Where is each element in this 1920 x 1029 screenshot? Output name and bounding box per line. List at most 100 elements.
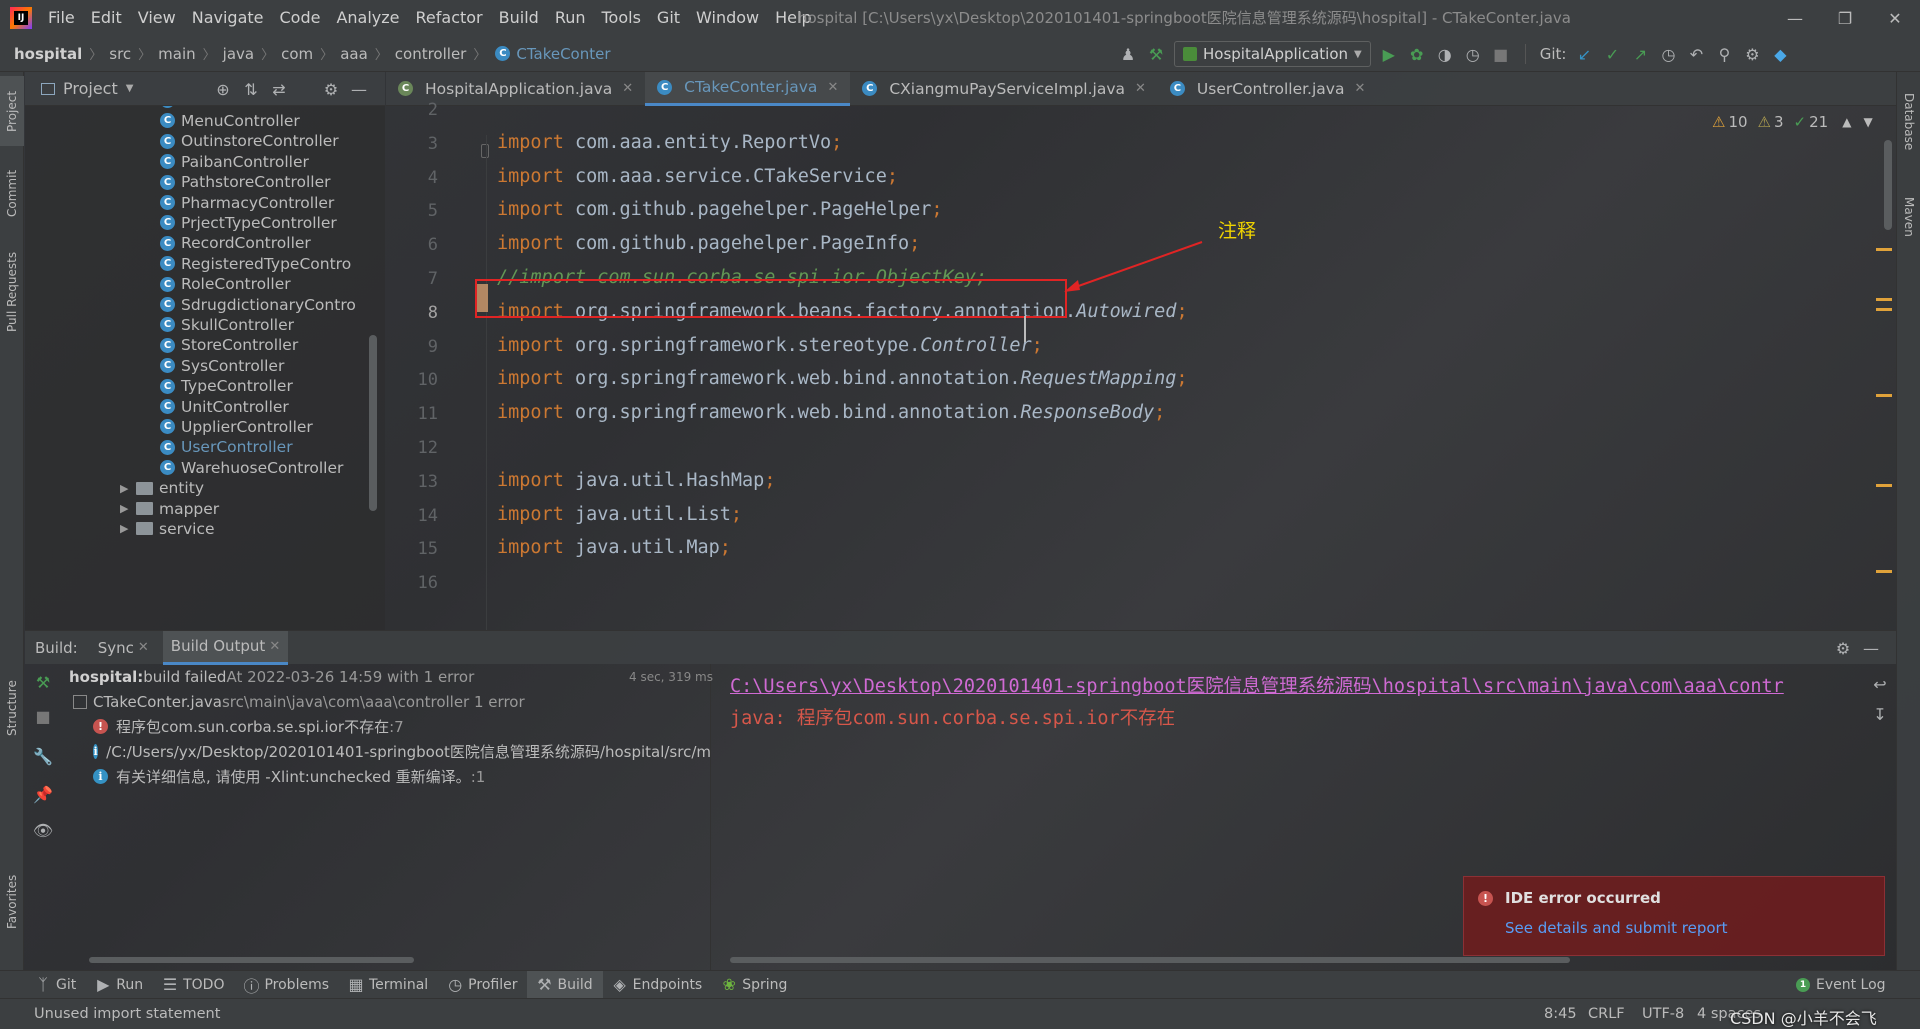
tab-maven-stripe[interactable]: Maven bbox=[1897, 182, 1920, 252]
expand-all-icon[interactable]: ⇅ bbox=[241, 79, 261, 99]
breadcrumb-item[interactable]: controller bbox=[395, 45, 467, 63]
error-stripe-mark[interactable] bbox=[1876, 570, 1892, 573]
project-panel-title[interactable]: Project bbox=[63, 79, 118, 98]
build-tree-scrollbar[interactable] bbox=[89, 957, 414, 963]
line-separator[interactable]: CRLF bbox=[1588, 1006, 1625, 1022]
run-icon[interactable]: ▶ bbox=[1379, 44, 1399, 64]
build-file-row[interactable]: CTakeConter.java src\main\java\com\aaa\c… bbox=[73, 689, 525, 714]
tab-pull-requests-stripe[interactable]: Pull Requests bbox=[0, 232, 24, 352]
soft-wrap-icon[interactable]: ↩ bbox=[1870, 674, 1890, 694]
eye-icon[interactable]: 👁 bbox=[33, 820, 53, 840]
close-icon[interactable]: ✕ bbox=[269, 639, 280, 654]
build-info-row[interactable]: i 有关详细信息, 请使用 -Xlint:unchecked 重新编译。 :1 bbox=[93, 764, 485, 789]
error-stripe-mark[interactable] bbox=[1876, 308, 1892, 311]
close-icon[interactable]: ✕ bbox=[622, 81, 633, 96]
project-tree-scrollbar[interactable] bbox=[369, 335, 377, 511]
close-window-button[interactable]: ✕ bbox=[1870, 0, 1920, 36]
git-push-icon[interactable]: ↗ bbox=[1630, 44, 1650, 64]
menu-item-window[interactable]: Window bbox=[688, 0, 767, 36]
breadcrumb-item[interactable]: com bbox=[281, 45, 313, 63]
breadcrumb-item[interactable]: main bbox=[158, 45, 195, 63]
gear-icon[interactable]: ⚙ bbox=[1833, 638, 1853, 658]
breadcrumb-item[interactable]: java bbox=[223, 45, 254, 63]
error-stripe-mark[interactable] bbox=[1876, 484, 1892, 487]
chevron-right-icon[interactable]: ▶ bbox=[120, 522, 136, 535]
submit-report-link[interactable]: See details and submit report bbox=[1505, 919, 1728, 937]
intellij-logo-icon[interactable]: IJ bbox=[10, 7, 32, 29]
file-encoding[interactable]: UTF-8 bbox=[1642, 1006, 1684, 1022]
menu-item-run[interactable]: Run bbox=[547, 0, 594, 36]
close-icon[interactable]: ✕ bbox=[1354, 81, 1365, 96]
hide-icon[interactable]: — bbox=[349, 79, 369, 99]
toolwindow-terminal[interactable]: ▦ Terminal bbox=[339, 971, 438, 999]
menu-item-refactor[interactable]: Refactor bbox=[408, 0, 491, 36]
search-icon[interactable]: ⚲ bbox=[1714, 44, 1734, 64]
run-configuration-select[interactable]: HospitalApplication ▼ bbox=[1174, 41, 1371, 67]
caret-position[interactable]: 8:45 bbox=[1544, 1006, 1577, 1022]
toolwindow-git[interactable]: ᛉ Git bbox=[26, 971, 86, 999]
chevron-right-icon[interactable]: ▶ bbox=[120, 502, 136, 515]
toolwindow-problems[interactable]: ⓘ Problems bbox=[234, 971, 339, 999]
collapse-all-icon[interactable]: ⇄ bbox=[269, 79, 289, 99]
toolwindow-profiler[interactable]: ◷ Profiler bbox=[438, 971, 527, 999]
breadcrumb-item[interactable]: hospital bbox=[14, 45, 82, 63]
debug-icon[interactable]: ✿ bbox=[1407, 44, 1427, 64]
toolwindow-todo[interactable]: ☰ TODO bbox=[153, 971, 234, 999]
breadcrumb-item[interactable]: CTakeConter bbox=[516, 45, 610, 63]
toolwindow-endpoints[interactable]: ◈ Endpoints bbox=[603, 971, 713, 999]
toolwindow-run[interactable]: ▶ Run bbox=[86, 971, 153, 999]
gear-icon[interactable]: ⚙ bbox=[321, 79, 341, 99]
error-stripe-mark[interactable] bbox=[1876, 298, 1892, 301]
coverage-icon[interactable]: ◑ bbox=[1435, 44, 1455, 64]
hide-icon[interactable]: — bbox=[1861, 638, 1881, 658]
breadcrumb-item[interactable]: aaa bbox=[340, 45, 368, 63]
locate-icon[interactable]: ⊕ bbox=[213, 79, 233, 99]
build-root-row[interactable]: hospital: build failed At 2022-03-26 14:… bbox=[69, 664, 713, 689]
tab-structure-stripe[interactable]: Structure bbox=[0, 668, 24, 748]
stop-icon[interactable]: ■ bbox=[33, 706, 53, 726]
toolwindow-build[interactable]: ⚒ Build bbox=[527, 970, 603, 999]
toolbox-icon[interactable]: ◆ bbox=[1770, 44, 1790, 64]
wrench-icon[interactable]: 🔧 bbox=[33, 746, 53, 766]
editor-tab[interactable]: C CTakeConter.java ✕ bbox=[645, 71, 851, 106]
menu-item-edit[interactable]: Edit bbox=[83, 0, 130, 36]
build-hammer-icon[interactable]: ⚒ bbox=[1146, 44, 1166, 64]
menu-item-file[interactable]: File bbox=[40, 0, 83, 36]
tab-sync[interactable]: Sync bbox=[98, 639, 134, 657]
event-log-button[interactable]: 1 Event Log bbox=[1786, 971, 1896, 999]
build-output-scrollbar[interactable] bbox=[730, 957, 1570, 963]
tab-favorites-stripe[interactable]: Favorites bbox=[0, 862, 24, 942]
chevron-down-icon[interactable]: ▼ bbox=[1863, 115, 1872, 129]
menu-item-git[interactable]: Git bbox=[649, 0, 688, 36]
minimize-button[interactable]: — bbox=[1770, 0, 1820, 36]
inspection-widget[interactable]: ⚠ 10 ⚠ 3 ✓ 21 ▲ ▼ bbox=[1712, 113, 1873, 131]
git-commit-icon[interactable]: ✓ bbox=[1602, 44, 1622, 64]
menu-item-navigate[interactable]: Navigate bbox=[184, 0, 272, 36]
menu-item-code[interactable]: Code bbox=[272, 0, 329, 36]
error-stripe-mark[interactable] bbox=[1876, 394, 1892, 397]
close-icon[interactable]: ✕ bbox=[138, 640, 149, 655]
tab-database-stripe[interactable]: Database bbox=[1897, 82, 1920, 162]
editor-tab[interactable]: C CXiangmuPayServiceImpl.java ✕ bbox=[850, 72, 1158, 106]
chevron-down-icon[interactable]: ▼ bbox=[126, 83, 134, 94]
error-stripe-mark[interactable] bbox=[1876, 248, 1892, 251]
tab-build-output[interactable]: Build Output ✕ bbox=[162, 630, 289, 665]
chevron-right-icon[interactable]: ▶ bbox=[120, 482, 136, 495]
editor-tab[interactable]: C UserController.java ✕ bbox=[1158, 72, 1377, 106]
scroll-to-end-icon[interactable]: ↧ bbox=[1870, 704, 1890, 724]
error-file-link[interactable]: C:\Users\yx\Desktop\2020101401-springboo… bbox=[730, 672, 1860, 698]
code-editor[interactable]: import com.aaa.entity.ReportVo; import co… bbox=[478, 106, 1878, 630]
build-error-row[interactable]: ! 程序包com.sun.corba.se.spi.ior不存在 :7 bbox=[93, 714, 404, 739]
git-update-icon[interactable]: ↙ bbox=[1574, 44, 1594, 64]
menu-item-tools[interactable]: Tools bbox=[594, 0, 649, 36]
menu-item-analyze[interactable]: Analyze bbox=[328, 0, 407, 36]
gear-icon[interactable]: ⚙ bbox=[1742, 44, 1762, 64]
stop-icon[interactable]: ■ bbox=[1491, 44, 1511, 64]
profile-icon[interactable]: ◷ bbox=[1463, 44, 1483, 64]
menu-item-build[interactable]: Build bbox=[491, 0, 547, 36]
tab-project-stripe[interactable]: Project bbox=[0, 76, 24, 146]
close-icon[interactable]: ✕ bbox=[827, 80, 838, 95]
rollback-icon[interactable]: ↶ bbox=[1686, 44, 1706, 64]
history-icon[interactable]: ◷ bbox=[1658, 44, 1678, 64]
toolwindow-spring[interactable]: ❀ Spring bbox=[712, 971, 797, 999]
